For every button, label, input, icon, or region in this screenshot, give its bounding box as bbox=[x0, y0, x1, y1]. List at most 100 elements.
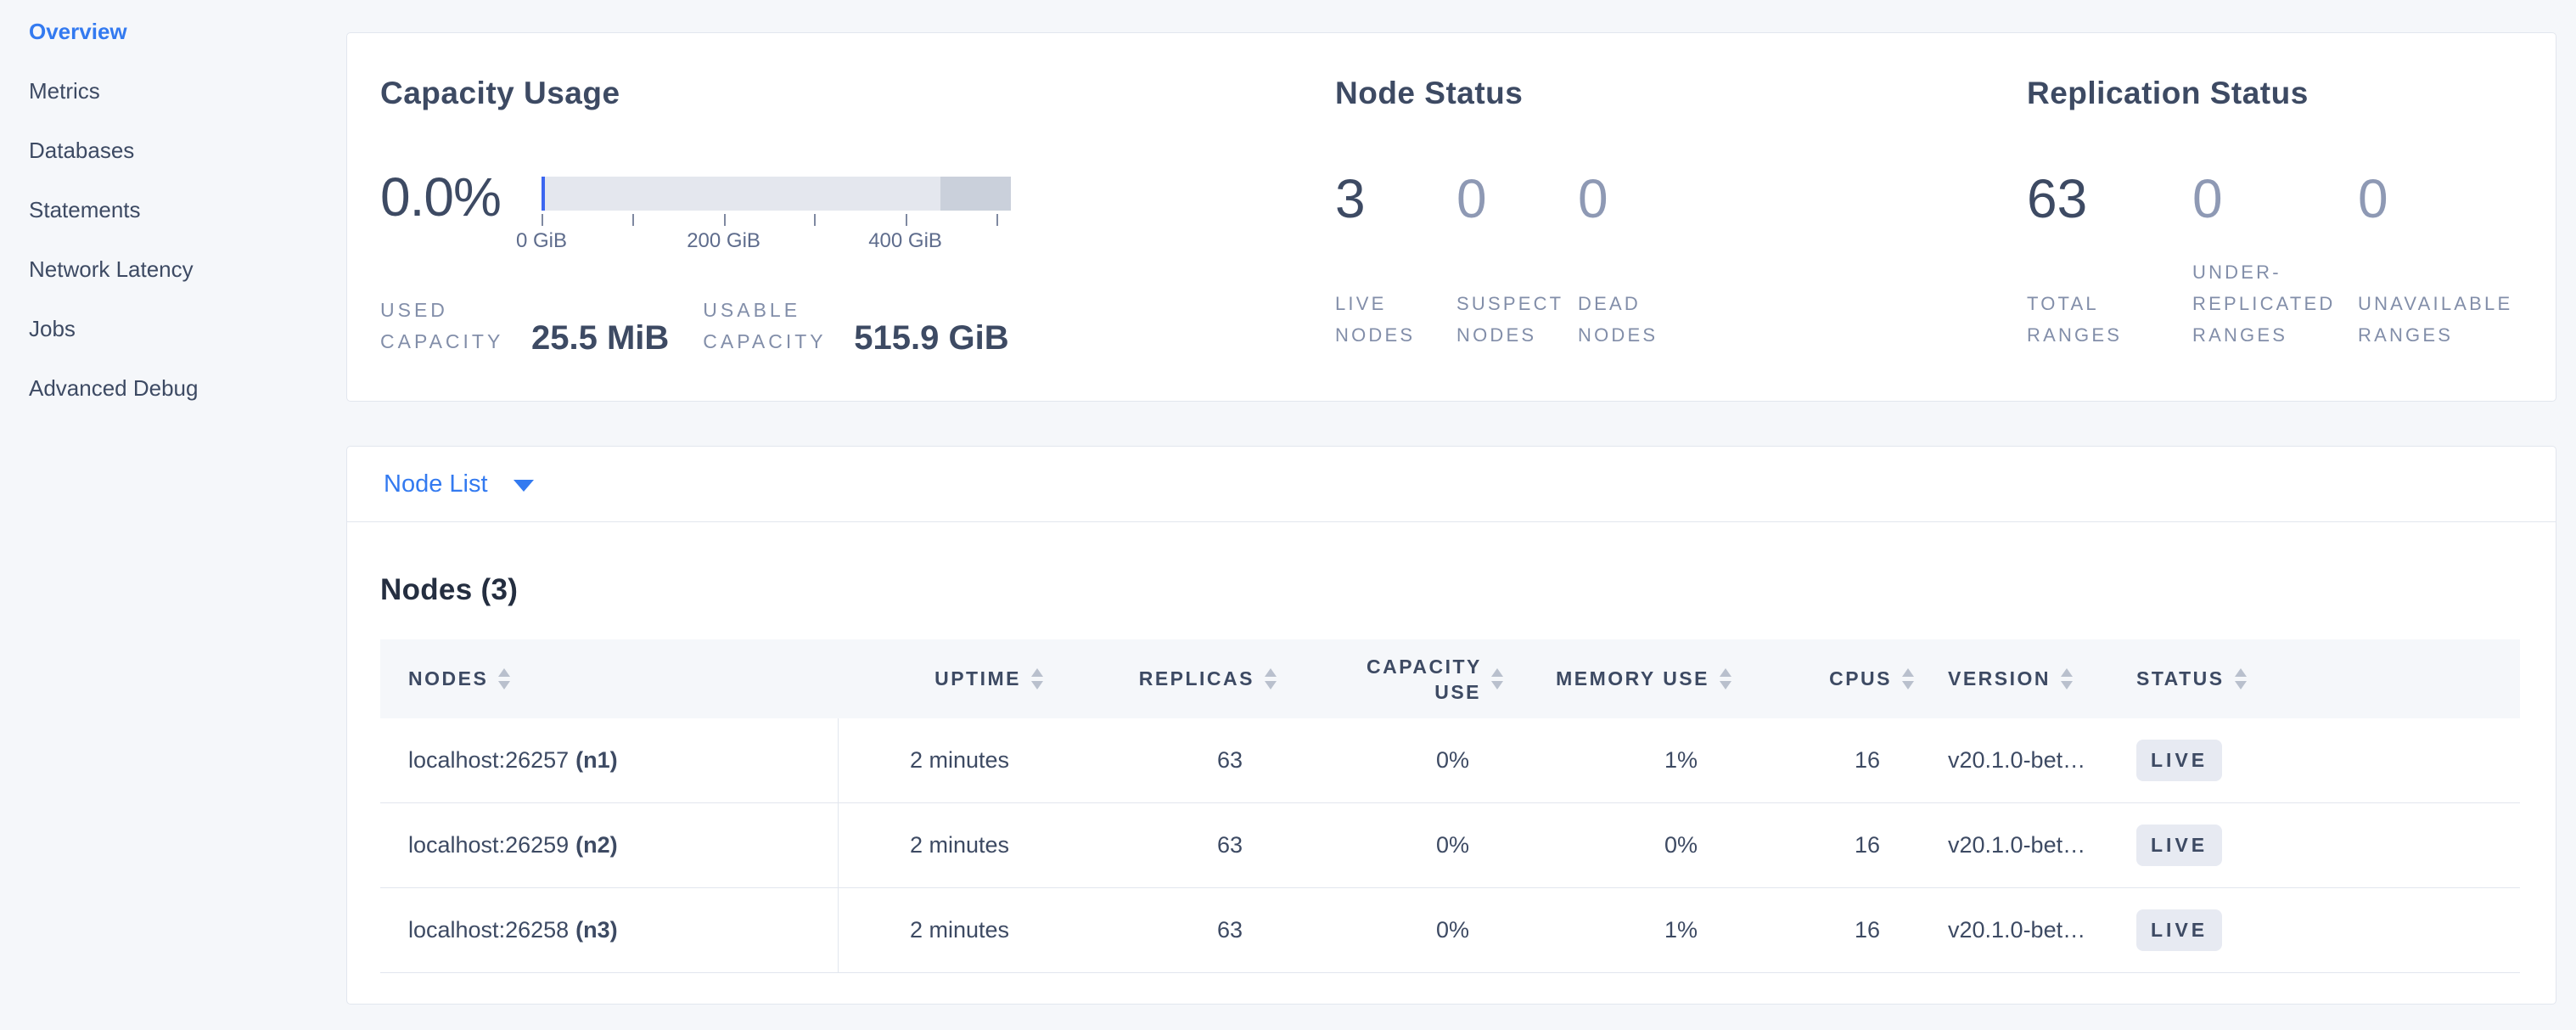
sort-icon[interactable] bbox=[1720, 668, 1731, 689]
under-replicated-ranges-label: UNDER-REPLICATED RANGES bbox=[2192, 256, 2358, 351]
suspect-nodes-stat: 0 SUSPECT NODES bbox=[1456, 171, 1578, 351]
column-header-status[interactable]: STATUS bbox=[2123, 639, 2520, 718]
node-address-cell: localhost:26259 (n2) bbox=[380, 803, 839, 887]
axis-label-0: 0 GiB bbox=[516, 229, 567, 253]
table-row-node-2[interactable]: localhost:26259 (n2) 2 minutes 63 0% 0% … bbox=[380, 803, 2520, 888]
sidebar-item-network-latency[interactable]: Network Latency bbox=[0, 239, 346, 299]
column-header-version[interactable]: VERSION bbox=[1914, 639, 2123, 718]
sidebar-item-databases[interactable]: Databases bbox=[0, 121, 346, 180]
total-ranges-value: 63 bbox=[2027, 171, 2192, 227]
table-row-node-1[interactable]: localhost:26257 (n1) 2 minutes 63 0% 1% … bbox=[380, 718, 2520, 803]
live-nodes-stat: 3 LIVE NODES bbox=[1335, 171, 1456, 351]
status-badge: LIVE bbox=[2136, 909, 2222, 951]
under-replicated-ranges-stat: 0 UNDER-REPLICATED RANGES bbox=[2192, 171, 2358, 351]
column-header-nodes[interactable]: NODES bbox=[380, 639, 839, 718]
sort-icon[interactable] bbox=[1265, 668, 1277, 689]
column-header-memory-use[interactable]: MEMORY USE bbox=[1503, 639, 1731, 718]
sidebar: Overview Metrics Databases Statements Ne… bbox=[0, 0, 346, 1030]
cpus-cell: 16 bbox=[1731, 888, 1914, 972]
suspect-nodes-label: SUSPECT NODES bbox=[1456, 256, 1578, 351]
capacity-usage-title: Capacity Usage bbox=[380, 77, 1335, 109]
usable-capacity-label: USABLE CAPACITY bbox=[703, 295, 832, 357]
sidebar-item-metrics[interactable]: Metrics bbox=[0, 61, 346, 121]
cpus-cell: 16 bbox=[1731, 803, 1914, 887]
dead-nodes-value: 0 bbox=[1578, 171, 1699, 227]
node-list-body: Nodes (3) NODES UPTIME REPLICAS bbox=[347, 571, 2556, 973]
column-header-status-label: STATUS bbox=[2136, 667, 2225, 690]
replicas-cell: 63 bbox=[1043, 803, 1277, 887]
replicas-cell: 63 bbox=[1043, 718, 1277, 802]
node-address: localhost:26258 bbox=[408, 917, 569, 943]
capacity-use-cell: 0% bbox=[1277, 718, 1503, 802]
column-header-cpus-label: CPUS bbox=[1829, 667, 1892, 690]
column-header-nodes-label: NODES bbox=[408, 667, 488, 690]
capacity-gauge-bar: 0 GiB 200 GiB 400 GiB bbox=[542, 169, 1011, 255]
sidebar-item-overview[interactable]: Overview bbox=[0, 2, 346, 61]
capacity-use-cell: 0% bbox=[1277, 888, 1503, 972]
node-status-stats: 3 LIVE NODES 0 SUSPECT NODES 0 DEAD NODE… bbox=[1335, 171, 2027, 351]
status-badge: LIVE bbox=[2136, 740, 2222, 781]
node-status-section: Node Status 3 LIVE NODES 0 SUSPECT NODES… bbox=[1335, 33, 2027, 401]
replication-status-title: Replication Status bbox=[2027, 77, 2556, 109]
unavailable-ranges-label: UNAVAILABLE RANGES bbox=[2358, 256, 2523, 351]
uptime-cell: 2 minutes bbox=[839, 803, 1043, 887]
dead-nodes-stat: 0 DEAD NODES bbox=[1578, 171, 1699, 351]
node-list-dropdown[interactable]: Node List bbox=[384, 470, 534, 498]
table-row-node-3[interactable]: localhost:26258 (n3) 2 minutes 63 0% 1% … bbox=[380, 888, 2520, 973]
node-list-toolbar: Node List bbox=[347, 447, 2556, 522]
column-header-memory-use-label: MEMORY USE bbox=[1556, 667, 1709, 690]
unavailable-ranges-value: 0 bbox=[2358, 171, 2523, 227]
capacity-gauge: 0.0% 0 GiB 200 GiB 400 GiB bbox=[380, 169, 1335, 255]
sort-icon[interactable] bbox=[1031, 668, 1043, 689]
version-cell: v20.1.0-bet… bbox=[1914, 888, 2123, 972]
capacity-axis-labels: 0 GiB 200 GiB 400 GiB bbox=[542, 229, 1011, 255]
memory-use-cell: 1% bbox=[1503, 718, 1731, 802]
memory-use-cell: 0% bbox=[1503, 803, 1731, 887]
column-header-replicas-label: REPLICAS bbox=[1139, 667, 1254, 690]
column-header-capacity-use[interactable]: CAPACITY USE bbox=[1277, 639, 1503, 718]
status-cell: LIVE bbox=[2123, 803, 2520, 887]
dead-nodes-label: DEAD NODES bbox=[1578, 256, 1699, 351]
overview-page: Overview Metrics Databases Statements Ne… bbox=[0, 0, 2576, 1030]
node-address: localhost:26259 bbox=[408, 832, 569, 858]
version-cell: v20.1.0-bet… bbox=[1914, 718, 2123, 802]
node-address-cell: localhost:26258 (n3) bbox=[380, 888, 839, 972]
sort-icon[interactable] bbox=[2235, 668, 2247, 689]
sort-icon[interactable] bbox=[2061, 668, 2073, 689]
status-cell: LIVE bbox=[2123, 718, 2520, 802]
sort-icon[interactable] bbox=[498, 668, 510, 689]
node-id: (n3) bbox=[575, 917, 618, 943]
total-ranges-label: TOTAL RANGES bbox=[2027, 256, 2192, 351]
sidebar-item-statements[interactable]: Statements bbox=[0, 180, 346, 239]
usable-capacity-stat: USABLE CAPACITY 515.9 GiB bbox=[703, 295, 1008, 357]
node-status-title: Node Status bbox=[1335, 77, 2027, 109]
replication-status-section: Replication Status 63 TOTAL RANGES 0 UND… bbox=[2027, 33, 2556, 401]
cpus-cell: 16 bbox=[1731, 718, 1914, 802]
column-header-capacity-use-label: CAPACITY USE bbox=[1367, 654, 1481, 705]
usable-capacity-value: 515.9 GiB bbox=[854, 321, 1008, 357]
sidebar-item-advanced-debug[interactable]: Advanced Debug bbox=[0, 358, 346, 418]
node-list-card: Node List Nodes (3) NODES UPTIME bbox=[346, 446, 2556, 1005]
capacity-stats: USED CAPACITY 25.5 MiB USABLE CAPACITY 5… bbox=[380, 295, 1335, 357]
column-header-version-label: VERSION bbox=[1948, 667, 2051, 690]
unavailable-ranges-stat: 0 UNAVAILABLE RANGES bbox=[2358, 171, 2523, 351]
sidebar-item-jobs[interactable]: Jobs bbox=[0, 299, 346, 358]
column-header-uptime[interactable]: UPTIME bbox=[839, 639, 1043, 718]
sort-icon[interactable] bbox=[1902, 668, 1914, 689]
status-badge: LIVE bbox=[2136, 825, 2222, 866]
column-header-uptime-label: UPTIME bbox=[934, 667, 1021, 690]
column-header-cpus[interactable]: CPUS bbox=[1731, 639, 1914, 718]
node-address: localhost:26257 bbox=[408, 747, 569, 774]
sort-icon[interactable] bbox=[1491, 668, 1503, 689]
capacity-bar-reserved-segment bbox=[940, 177, 1011, 211]
nodes-table: NODES UPTIME REPLICAS CAPACITY USE bbox=[380, 639, 2520, 973]
nodes-table-header: NODES UPTIME REPLICAS CAPACITY USE bbox=[380, 639, 2520, 718]
under-replicated-ranges-value: 0 bbox=[2192, 171, 2358, 227]
live-nodes-label: LIVE NODES bbox=[1335, 256, 1456, 351]
used-capacity-stat: USED CAPACITY 25.5 MiB bbox=[380, 295, 669, 357]
node-id: (n2) bbox=[575, 832, 618, 858]
used-capacity-label: USED CAPACITY bbox=[380, 295, 509, 357]
capacity-use-cell: 0% bbox=[1277, 803, 1503, 887]
nodes-section-title: Nodes (3) bbox=[380, 571, 2520, 609]
column-header-replicas[interactable]: REPLICAS bbox=[1043, 639, 1277, 718]
